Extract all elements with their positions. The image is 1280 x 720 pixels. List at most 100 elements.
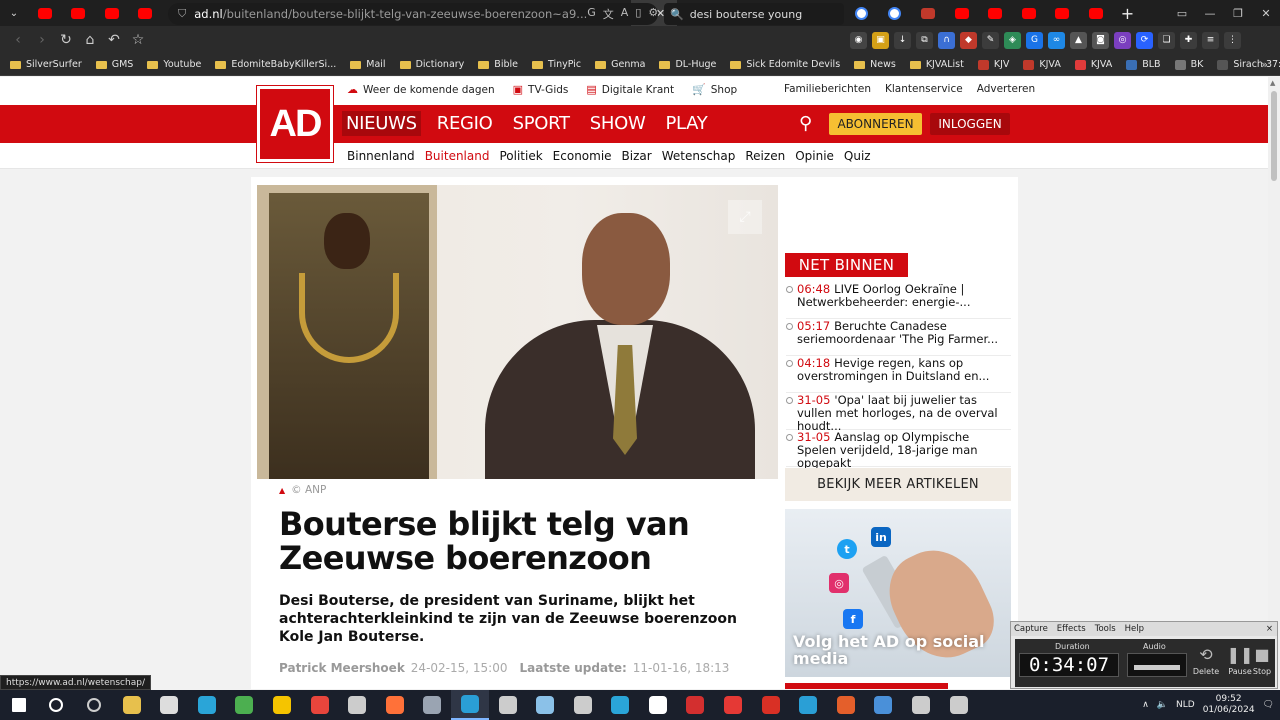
search-engine-icon[interactable]: 🔍: [670, 8, 684, 21]
scrollbar-thumb[interactable]: [1271, 91, 1277, 181]
taskbar-app[interactable]: [0, 690, 38, 720]
camera-icon[interactable]: ◉: [850, 31, 867, 49]
taskbar-app[interactable]: [414, 690, 452, 720]
bookmark-item[interactable]: KJV: [977, 59, 1009, 70]
subscribe-button[interactable]: ABONNEREN: [829, 113, 922, 135]
bookmark-item[interactable]: GMS: [95, 59, 133, 70]
wallet-icon[interactable]: ▣: [872, 31, 889, 49]
taskbar-app[interactable]: [38, 690, 76, 720]
home-icon[interactable]: ⌂: [78, 32, 102, 48]
more-articles-button[interactable]: BEKIJK MEER ARTIKELEN: [785, 468, 1011, 501]
new-tab-button[interactable]: +: [1113, 4, 1143, 23]
browser-tab[interactable]: [1012, 0, 1046, 26]
scroll-up-icon[interactable]: ▲: [1270, 79, 1275, 87]
section-nav-buitenland[interactable]: Buitenland: [425, 149, 490, 163]
notifications-icon[interactable]: 🗨: [1263, 700, 1274, 710]
expand-photo-icon[interactable]: ⤢: [728, 200, 762, 234]
download-icon[interactable]: ↓: [894, 31, 911, 49]
recorder-menu-item[interactable]: Effects: [1057, 624, 1086, 634]
bookmark-item[interactable]: Sirach 37:11: [1217, 59, 1280, 70]
tab-list-icon[interactable]: ▭: [1168, 0, 1196, 26]
recorder-close-icon[interactable]: ×: [1266, 624, 1273, 634]
browser-tab[interactable]: [129, 0, 163, 26]
bookmark-item[interactable]: BLB: [1126, 59, 1161, 70]
bookmark-item[interactable]: Youtube: [147, 59, 201, 70]
bookmark-item[interactable]: Dictionary: [399, 59, 464, 70]
bookmark-item[interactable]: Sick Edomite Devils: [730, 59, 840, 70]
login-button[interactable]: INLOGGEN: [930, 113, 1010, 135]
volume-icon[interactable]: 🔈: [1157, 700, 1168, 710]
sync-icon[interactable]: ⟳: [1136, 31, 1153, 49]
page-scrollbar[interactable]: ▲: [1268, 77, 1280, 689]
taskbar-app[interactable]: [75, 690, 113, 720]
bookmark-item[interactable]: Mail: [350, 59, 386, 70]
browser-tab[interactable]: [1079, 0, 1113, 26]
site-info-icon[interactable]: ⛉: [178, 7, 186, 21]
search-icon[interactable]: ⚲: [799, 113, 812, 134]
news-item[interactable]: 04:18 Hevige regen, kans op overstrominge…: [786, 356, 1011, 393]
main-nav-sport[interactable]: SPORT: [509, 111, 574, 136]
bookmark-item[interactable]: KJVAList: [909, 59, 964, 70]
top-link[interactable]: ▤ Digitale Krant: [586, 83, 674, 96]
main-nav-show[interactable]: SHOW: [586, 111, 650, 136]
social-media-promo[interactable]: t in ◎ f Volg het AD op social media: [785, 509, 1011, 677]
main-nav-play[interactable]: PLAY: [661, 111, 711, 136]
taskbar-app[interactable]: [902, 690, 940, 720]
main-nav-regio[interactable]: REGIO: [433, 111, 497, 136]
bookmark-star-icon[interactable]: ☆: [126, 32, 150, 48]
menu-icon[interactable]: ⋮: [1224, 31, 1241, 49]
translate-ext-icon[interactable]: G: [1026, 31, 1043, 49]
recorder-menu-item[interactable]: Tools: [1095, 624, 1116, 634]
taskbar-app[interactable]: [376, 690, 414, 720]
taskbar-app[interactable]: [639, 690, 677, 720]
taskbar-app[interactable]: [489, 690, 527, 720]
vpn-icon[interactable]: ∩: [938, 31, 955, 49]
bookmarks-more-icon[interactable]: »: [1261, 58, 1268, 71]
close-window-icon[interactable]: ✕: [1252, 0, 1280, 26]
article-author[interactable]: Patrick Meershoek: [279, 661, 405, 675]
undo-icon[interactable]: ↶: [102, 32, 126, 48]
section-nav-politiek[interactable]: Politiek: [499, 149, 542, 163]
bookmark-item[interactable]: SilverSurfer: [10, 59, 82, 70]
browser-tab[interactable]: [945, 0, 979, 26]
bookmark-item[interactable]: KJVA: [1074, 59, 1112, 70]
google-lens-icon[interactable]: G: [587, 6, 596, 22]
taskbar-app[interactable]: [338, 690, 376, 720]
shield-icon[interactable]: ◆: [960, 31, 977, 49]
tab-search-chevron-icon[interactable]: ⌄: [0, 0, 28, 26]
recorder-menu-item[interactable]: Capture: [1014, 624, 1048, 634]
bookmark-icon[interactable]: ⧉: [916, 31, 933, 49]
extensions-icon[interactable]: ⚙: [648, 6, 658, 22]
back-icon[interactable]: ‹: [6, 32, 30, 48]
reload-icon[interactable]: ↻: [54, 32, 78, 48]
reader-view-icon[interactable]: ▯: [635, 6, 641, 22]
bookmark-item[interactable]: Genma: [595, 59, 645, 70]
news-item[interactable]: 31-05 Aanslag op Olympische Spelen verijd…: [786, 430, 1011, 470]
pen-icon[interactable]: ✎: [982, 31, 999, 49]
forward-icon[interactable]: ›: [30, 32, 54, 48]
browser-tab[interactable]: [979, 0, 1013, 26]
taskbar-app[interactable]: [226, 690, 264, 720]
browser-tab[interactable]: [878, 0, 912, 26]
bookmark-item[interactable]: Bible: [478, 59, 518, 70]
top-link[interactable]: ▣ TV-Gids: [513, 83, 569, 96]
triangle-icon[interactable]: ▲: [1070, 31, 1087, 49]
screenshot-icon[interactable]: ◙: [1092, 31, 1109, 49]
ad-logo[interactable]: AD: [256, 85, 334, 163]
puzzle-icon[interactable]: ◈: [1004, 31, 1021, 49]
eyes-icon[interactable]: ∞: [1048, 31, 1065, 49]
restore-icon[interactable]: ❐: [1224, 0, 1252, 26]
top-link-right[interactable]: Klantenservice: [885, 83, 963, 95]
section-nav-quiz[interactable]: Quiz: [844, 149, 871, 163]
taskbar-app[interactable]: [188, 690, 226, 720]
section-nav-opinie[interactable]: Opinie: [795, 149, 834, 163]
section-nav-bizar[interactable]: Bizar: [622, 149, 652, 163]
taskbar-app[interactable]: [150, 690, 188, 720]
bookmark-item[interactable]: KJVA: [1023, 59, 1061, 70]
taskbar-app[interactable]: [827, 690, 865, 720]
search-box[interactable]: 🔍 desi bouterse young: [664, 3, 844, 25]
delete-button[interactable]: ⟲ Delete: [1191, 645, 1221, 676]
caption-toggle-icon[interactable]: ▲: [279, 486, 285, 495]
recorder-menu-item[interactable]: Help: [1125, 624, 1144, 634]
read-aloud-icon[interactable]: A: [621, 6, 629, 22]
